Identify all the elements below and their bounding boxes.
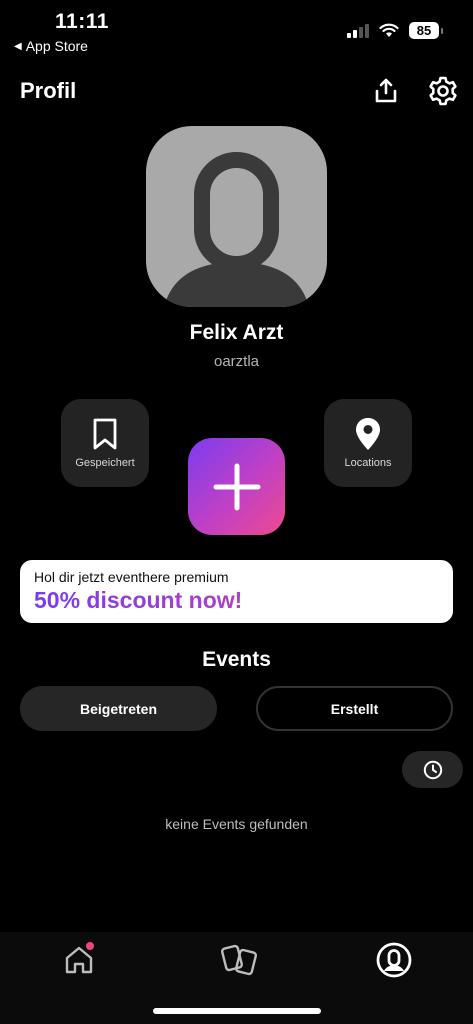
tab-home[interactable] [57,938,101,982]
promo-headline: Hol dir jetzt eventhere premium [34,569,229,585]
status-time: 11:11 [55,10,109,33]
plus-icon [213,463,260,510]
location-pin-icon [356,418,380,450]
clock-icon [423,760,442,779]
status-indicators: 85 [347,22,443,39]
wifi-icon [379,23,399,37]
battery-level: 85 [409,22,439,39]
premium-promo-banner[interactable]: Hol dir jetzt eventhere premium 50% disc… [20,560,453,623]
back-to-app-link[interactable]: ◀ App Store [14,38,88,54]
add-event-button[interactable] [188,438,285,535]
profile-icon [376,942,412,978]
tab-created[interactable]: Erstellt [256,686,453,731]
saved-button[interactable]: Gespeichert [61,399,149,487]
back-app-label: App Store [25,38,88,54]
user-handle: oarztla [213,353,260,370]
saved-label: Gespeichert [75,457,135,469]
tab-profile[interactable] [372,938,416,982]
notification-dot [86,942,94,950]
events-section-title: Events [202,648,271,671]
promo-discount-text: 50% discount now! [34,587,439,614]
locations-label: Locations [344,457,392,469]
back-triangle-icon: ◀ [14,40,22,52]
share-button[interactable] [369,74,403,108]
default-avatar-icon [164,152,309,307]
tab-joined[interactable]: Beigetreten [20,686,217,731]
locations-button[interactable]: Locations [324,399,412,487]
home-indicator [153,1008,321,1014]
battery-indicator: 85 [409,22,443,39]
gear-icon [429,76,457,106]
settings-button[interactable] [426,74,460,108]
bookmark-icon [93,418,117,450]
avatar[interactable] [146,126,327,307]
share-icon [375,78,397,103]
tab-events[interactable] [217,938,261,982]
empty-events-message: keine Events gefunden [165,816,308,832]
history-filter-button[interactable] [402,751,463,788]
cards-icon [221,944,257,976]
page-title: Profil [20,78,77,103]
user-name: Felix Arzt [189,321,284,344]
cellular-signal-icon [347,23,369,38]
